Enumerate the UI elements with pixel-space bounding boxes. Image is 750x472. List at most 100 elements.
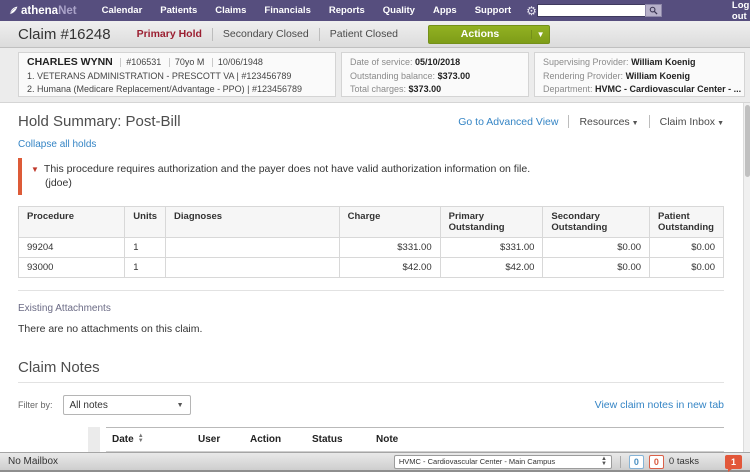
- cell-primary: $331.00: [440, 238, 543, 258]
- claim-title: Claim #16248: [18, 26, 111, 43]
- col-charge: Charge: [339, 207, 440, 238]
- table-row: 99204 1 $331.00 $331.00 $0.00 $0.00: [19, 238, 724, 258]
- claim-notes-title: Claim Notes: [18, 359, 724, 383]
- cell-units: 1: [125, 258, 166, 278]
- actions-button-label: Actions: [429, 28, 531, 40]
- status-secondary-closed: Secondary Closed: [223, 28, 309, 40]
- search-icon: [649, 6, 658, 15]
- gear-icon[interactable]: ⚙: [526, 4, 537, 18]
- divider: [319, 28, 320, 41]
- chevron-down-icon: ▼: [632, 120, 639, 127]
- counter-badge-red[interactable]: 0: [649, 455, 664, 469]
- col-units: Units: [125, 207, 166, 238]
- attachments-empty-text: There are no attachments on this claim.: [18, 323, 724, 335]
- view-notes-new-tab-link[interactable]: View claim notes in new tab: [595, 399, 724, 411]
- claim-header-bar: Claim #16248 Primary Hold Secondary Clos…: [0, 21, 750, 48]
- search-input[interactable]: [540, 5, 654, 16]
- collapse-triangle-icon[interactable]: ▼: [31, 163, 39, 176]
- existing-attachments-title: Existing Attachments: [18, 303, 724, 314]
- timeline-track: [88, 427, 100, 452]
- section-divider: [18, 290, 724, 291]
- hold-alert: ▼ This procedure requires authorization …: [18, 158, 724, 195]
- cell-secondary: $0.00: [543, 258, 650, 278]
- department-select[interactable]: HVMC - Cardiovascular Center - Main Camp…: [394, 455, 612, 469]
- balance-value: $373.00: [438, 71, 471, 81]
- col-note: Note: [370, 428, 724, 452]
- nav-item-reports[interactable]: Reports: [329, 5, 365, 16]
- filter-by-label: Filter by:: [18, 400, 53, 410]
- patient-name: CHARLES WYNN: [27, 56, 113, 68]
- supervising-label: Supervising Provider:: [543, 57, 629, 67]
- vertical-scrollbar[interactable]: [743, 103, 750, 452]
- notes-header-row: Date▲▼ User Action Status Note: [106, 428, 724, 452]
- counter-badge-blue[interactable]: 0: [629, 455, 644, 469]
- col-diagnoses: Diagnoses: [166, 207, 340, 238]
- rendering-value: William Koenig: [626, 71, 690, 81]
- tasks-count: 0 tasks: [669, 456, 699, 467]
- cell-patient: $0.00: [650, 238, 724, 258]
- cell-secondary: $0.00: [543, 238, 650, 258]
- notes-timeline: Claim Created 05/11/2018: [18, 427, 88, 452]
- search-button[interactable]: [645, 4, 662, 17]
- hold-alert-author: (jdoe): [45, 176, 724, 190]
- status-primary-hold: Primary Hold: [137, 28, 202, 40]
- nav-item-patients[interactable]: Patients: [160, 5, 197, 16]
- patient-id: #106531: [126, 57, 161, 67]
- notes-filter-value: All notes: [70, 400, 177, 411]
- insurance-secondary: 2. Humana (Medicare Replacement/Advantag…: [27, 83, 327, 97]
- logout-link[interactable]: Log out: [732, 0, 749, 22]
- col-patient-outstanding: Patient Outstanding: [650, 207, 724, 238]
- cell-primary: $42.00: [440, 258, 543, 278]
- cell-charge: $42.00: [339, 258, 440, 278]
- nav-item-claims[interactable]: Claims: [215, 5, 246, 16]
- top-nav: athenaNet Calendar Patients Claims Finan…: [0, 0, 750, 21]
- athena-leaf-icon: [8, 5, 19, 16]
- table-row: 93000 1 $42.00 $42.00 $0.00 $0.00: [19, 258, 724, 278]
- brand-athena: athena: [21, 5, 58, 17]
- footer-bar: No Mailbox HVMC - Cardiovascular Center …: [0, 452, 750, 472]
- cell-units: 1: [125, 238, 166, 258]
- scrollbar-thumb[interactable]: [745, 105, 750, 177]
- chevron-down-icon: ▼: [177, 402, 184, 409]
- nav-item-apps[interactable]: Apps: [433, 5, 457, 16]
- nav-item-calendar[interactable]: Calendar: [102, 5, 143, 16]
- charges-label: Total charges:: [350, 84, 406, 94]
- nav-item-quality[interactable]: Quality: [383, 5, 415, 16]
- procedure-header-row: Procedure Units Diagnoses Charge Primary…: [19, 207, 724, 238]
- nav-item-financials[interactable]: Financials: [264, 5, 310, 16]
- claim-billing-box: Date of service: 05/10/2018 Outstanding …: [341, 52, 529, 97]
- advanced-view-link[interactable]: Go to Advanced View: [458, 116, 558, 128]
- collapse-all-holds-link[interactable]: Collapse all holds: [18, 139, 96, 150]
- department-label: Department:: [543, 84, 593, 94]
- insurance-primary: 1. VETERANS ADMINISTRATION - PRESCOTT VA…: [27, 70, 327, 84]
- claim-notes-table: Date▲▼ User Action Status Note 05/11/201…: [106, 427, 724, 452]
- patient-age-sex: 70yo M: [175, 57, 205, 67]
- notes-filter-select[interactable]: All notes ▼: [63, 395, 191, 415]
- charges-value: $373.00: [409, 84, 442, 94]
- balance-label: Outstanding balance:: [350, 71, 435, 81]
- divider: [212, 28, 213, 41]
- provider-box: Supervising Provider: William Koenig Ren…: [534, 52, 745, 97]
- actions-button[interactable]: Actions ▼: [428, 25, 550, 44]
- chevron-down-icon: ▼: [531, 30, 549, 39]
- col-date[interactable]: Date▲▼: [106, 428, 192, 452]
- chevron-down-icon: ▼: [717, 120, 724, 127]
- athenanet-logo[interactable]: athenaNet: [8, 5, 77, 17]
- cell-procedure: 93000: [19, 258, 125, 278]
- department-value: HVMC - Cardiovascular Center - ...: [595, 84, 741, 94]
- patient-search-box: [537, 4, 645, 17]
- nav-item-support[interactable]: Support: [475, 5, 511, 16]
- claim-inbox-menu[interactable]: Claim Inbox▼: [660, 116, 724, 128]
- cell-charge: $331.00: [339, 238, 440, 258]
- brand-net: Net: [58, 5, 77, 17]
- chat-notification-icon[interactable]: 1: [725, 455, 742, 469]
- updown-icon: ▲▼: [601, 457, 607, 467]
- patient-identity-box: CHARLES WYNN #106531 70yo M 10/06/1948 1…: [18, 52, 336, 97]
- resources-menu[interactable]: Resources▼: [579, 116, 638, 128]
- procedure-table: Procedure Units Diagnoses Charge Primary…: [18, 206, 724, 278]
- cell-patient: $0.00: [650, 258, 724, 278]
- sort-icon[interactable]: ▲▼: [138, 434, 144, 444]
- col-secondary-outstanding: Secondary Outstanding: [543, 207, 650, 238]
- col-procedure: Procedure: [19, 207, 125, 238]
- status-patient-closed: Patient Closed: [330, 28, 398, 40]
